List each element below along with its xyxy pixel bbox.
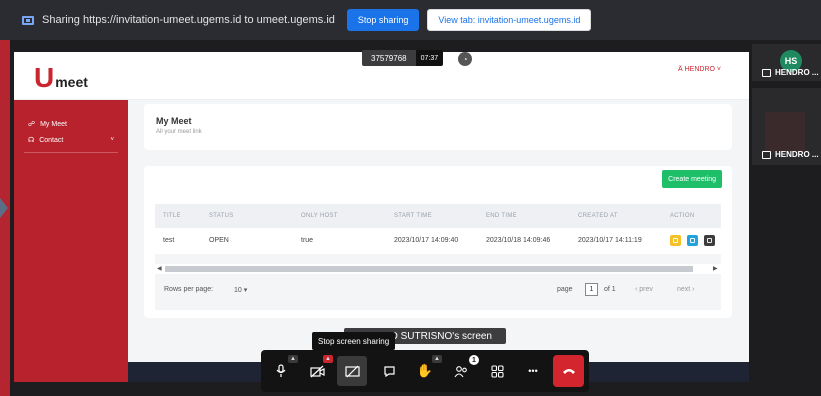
participants-count-badge: 1 (469, 355, 479, 365)
meetings-table: TITLE STATUS ONLY HOST START TIME END TI… (155, 204, 721, 310)
screen-share-icon (762, 150, 771, 159)
next-page-button[interactable]: next › (677, 286, 695, 293)
link-icon: ☍ (28, 121, 36, 128)
cell-title: test (163, 237, 175, 244)
cell-only-host: true (301, 237, 314, 244)
participant-video (765, 112, 805, 152)
meeting-timer: 07:37 (415, 50, 444, 66)
gear-icon[interactable] (670, 235, 681, 246)
rows-per-page-label: Rows per page: (164, 286, 214, 293)
headset-icon: ☊ (28, 137, 35, 144)
chevron-down-icon: ˅ (110, 137, 114, 143)
cell-status: OPEN (209, 237, 229, 244)
monitor-icon (762, 68, 771, 77)
stop-screen-share-icon[interactable] (337, 356, 367, 386)
column-header-created-at: CREATED AT (578, 213, 618, 219)
screen-share-icon (22, 15, 34, 25)
sidebar-item-contact[interactable]: ☊ Contact ˅ (14, 132, 128, 148)
hang-up-button[interactable] (553, 355, 584, 387)
column-header-start-time: START TIME (394, 213, 432, 219)
screen-share-bar: Sharing https://invitation-umeet.ugems.i… (0, 0, 821, 40)
column-header-title: TITLE (163, 213, 181, 219)
share-status-text: Sharing https://invitation-umeet.ugems.i… (42, 14, 335, 26)
stage-decoration (0, 198, 8, 218)
page-header-card: My Meet All your meet link (144, 104, 732, 150)
camera-off-icon[interactable] (305, 359, 329, 383)
cell-start-time: 2023/10/17 14:09:40 (394, 237, 459, 244)
column-header-only-host: ONLY HOST (301, 213, 338, 219)
meeting-info: 37579768 07:37 (362, 50, 444, 66)
page-number-input[interactable]: 1 (585, 283, 598, 296)
cell-end-time: 2023/10/18 14:09:46 (486, 237, 551, 244)
create-meeting-button[interactable]: Create meeting (662, 170, 722, 188)
pagination: Rows per page: 10 ▾ page 1 of 1 ‹ prev n… (155, 274, 721, 310)
raise-hand-icon[interactable]: ✋ (413, 359, 437, 383)
more-options-icon[interactable]: ••• (521, 359, 545, 383)
meeting-id: 37579768 (362, 50, 416, 66)
participant-name-1: HENDRO ... (762, 68, 819, 77)
cell-created-at: 2023/10/17 14:11:19 (578, 237, 642, 244)
tile-view-icon[interactable] (485, 359, 509, 383)
table-header: TITLE STATUS ONLY HOST START TIME END TI… (155, 204, 721, 228)
column-header-end-time: END TIME (486, 213, 517, 219)
sidebar-divider (24, 152, 118, 153)
edit-icon[interactable] (687, 235, 698, 246)
column-header-status: STATUS (209, 213, 234, 219)
rows-per-page-select[interactable]: 10 ▾ (234, 286, 247, 294)
prev-page-button[interactable]: ‹ prev (635, 286, 653, 293)
page-title: My Meet (156, 116, 192, 126)
tooltip: Stop screen sharing (312, 332, 396, 350)
meeting-toolbar: ▲ ▲ ▲ ✋ 1 ••• (261, 350, 589, 392)
phone-hangup-icon (562, 369, 575, 374)
column-header-action: ACTION (670, 213, 695, 219)
page-subtitle: All your meet link (156, 129, 202, 135)
meetings-card: Create meeting TITLE STATUS ONLY HOST ST… (144, 166, 732, 318)
copy-icon[interactable] (704, 235, 715, 246)
scrollbar-thumb[interactable] (165, 266, 693, 272)
user-menu[interactable]: Ä HENDRO ˅ (678, 66, 721, 73)
scroll-right-icon[interactable]: ▶ (713, 265, 718, 272)
connection-quality-icon[interactable]: ◔ (458, 52, 472, 66)
chat-icon[interactable] (377, 359, 401, 383)
table-row: test OPEN true 2023/10/17 14:09:40 2023/… (155, 228, 721, 254)
sidebar: ☍ My Meet ☊ Contact ˅ (14, 100, 128, 382)
sidebar-item-my-meet[interactable]: ☍ My Meet (14, 116, 128, 132)
page-of-label: of 1 (604, 286, 616, 293)
horizontal-scrollbar[interactable]: ◀ ▶ (155, 264, 721, 274)
umeet-logo[interactable]: U meet (34, 58, 88, 92)
microphone-icon[interactable] (269, 359, 293, 383)
view-tab-button[interactable]: View tab: invitation-umeet.ugems.id (427, 9, 592, 31)
scroll-left-icon[interactable]: ◀ (157, 265, 162, 272)
participant-name-2: HENDRO ... (762, 150, 819, 159)
stop-sharing-button[interactable]: Stop sharing (346, 9, 420, 31)
page-label: page (557, 286, 573, 293)
